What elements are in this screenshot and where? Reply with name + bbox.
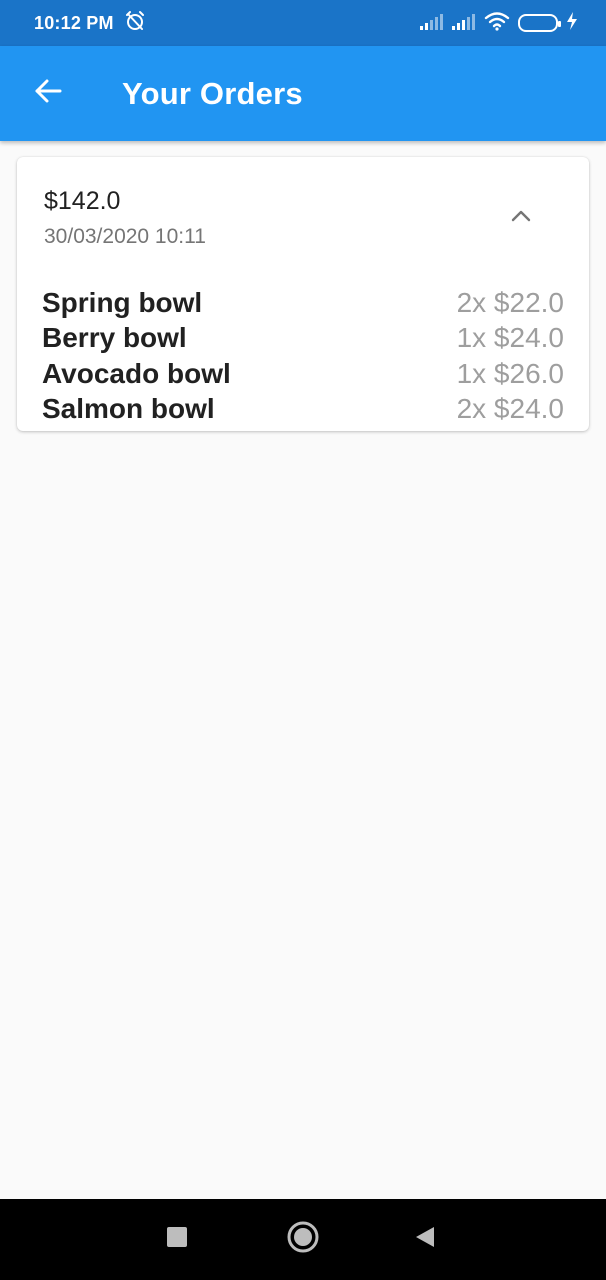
battery-level: 42 (530, 15, 546, 31)
back-triangle-icon (414, 1225, 436, 1254)
chevron-up-icon (510, 209, 532, 228)
home-circle-icon (286, 1220, 320, 1259)
list-item: Salmon bowl 2x $24.0 (42, 392, 564, 428)
app-bar: Your Orders (0, 46, 606, 141)
status-bar: 10:12 PM 42 (0, 0, 606, 46)
signal-icon (452, 12, 476, 35)
home-button[interactable] (283, 1219, 323, 1259)
arrow-left-icon (33, 76, 63, 111)
battery-icon: 42 (518, 14, 561, 32)
item-qty-price: 1x $24.0 (456, 322, 564, 354)
item-name: Salmon bowl (42, 393, 215, 425)
wifi-icon (484, 11, 510, 36)
order-total: $142.0 (44, 187, 121, 215)
item-name: Berry bowl (42, 322, 187, 354)
item-name: Avocado bowl (42, 357, 231, 389)
page-title: Your Orders (122, 75, 303, 111)
order-header[interactable]: $142.0 30/03/2020 10:11 (17, 157, 589, 267)
recents-square-icon (166, 1226, 188, 1253)
status-left: 10:12 PM (34, 10, 146, 37)
signal-icon (420, 12, 444, 35)
status-right: 42 (420, 11, 578, 36)
order-items-list: Spring bowl 2x $22.0 Berry bowl 1x $24.0… (42, 285, 564, 427)
recents-button[interactable] (157, 1219, 197, 1259)
item-qty-price: 1x $26.0 (456, 357, 564, 389)
order-card: $142.0 30/03/2020 10:11 Spring bowl 2x $… (17, 157, 589, 431)
list-item: Spring bowl 2x $22.0 (42, 285, 564, 321)
item-name: Spring bowl (42, 286, 203, 318)
back-nav-button[interactable] (405, 1219, 445, 1259)
order-date: 30/03/2020 10:11 (44, 225, 206, 248)
system-nav-bar (0, 1199, 606, 1280)
charging-icon (566, 11, 578, 36)
list-item: Berry bowl 1x $24.0 (42, 321, 564, 357)
item-qty-price: 2x $22.0 (456, 286, 564, 318)
battery-cap (558, 21, 561, 27)
status-time: 10:12 PM (34, 12, 114, 33)
back-button[interactable] (16, 62, 80, 126)
collapse-button[interactable] (504, 201, 538, 235)
item-qty-price: 2x $24.0 (456, 393, 564, 425)
list-item: Avocado bowl 1x $26.0 (42, 356, 564, 392)
alarm-off-icon (124, 10, 146, 37)
